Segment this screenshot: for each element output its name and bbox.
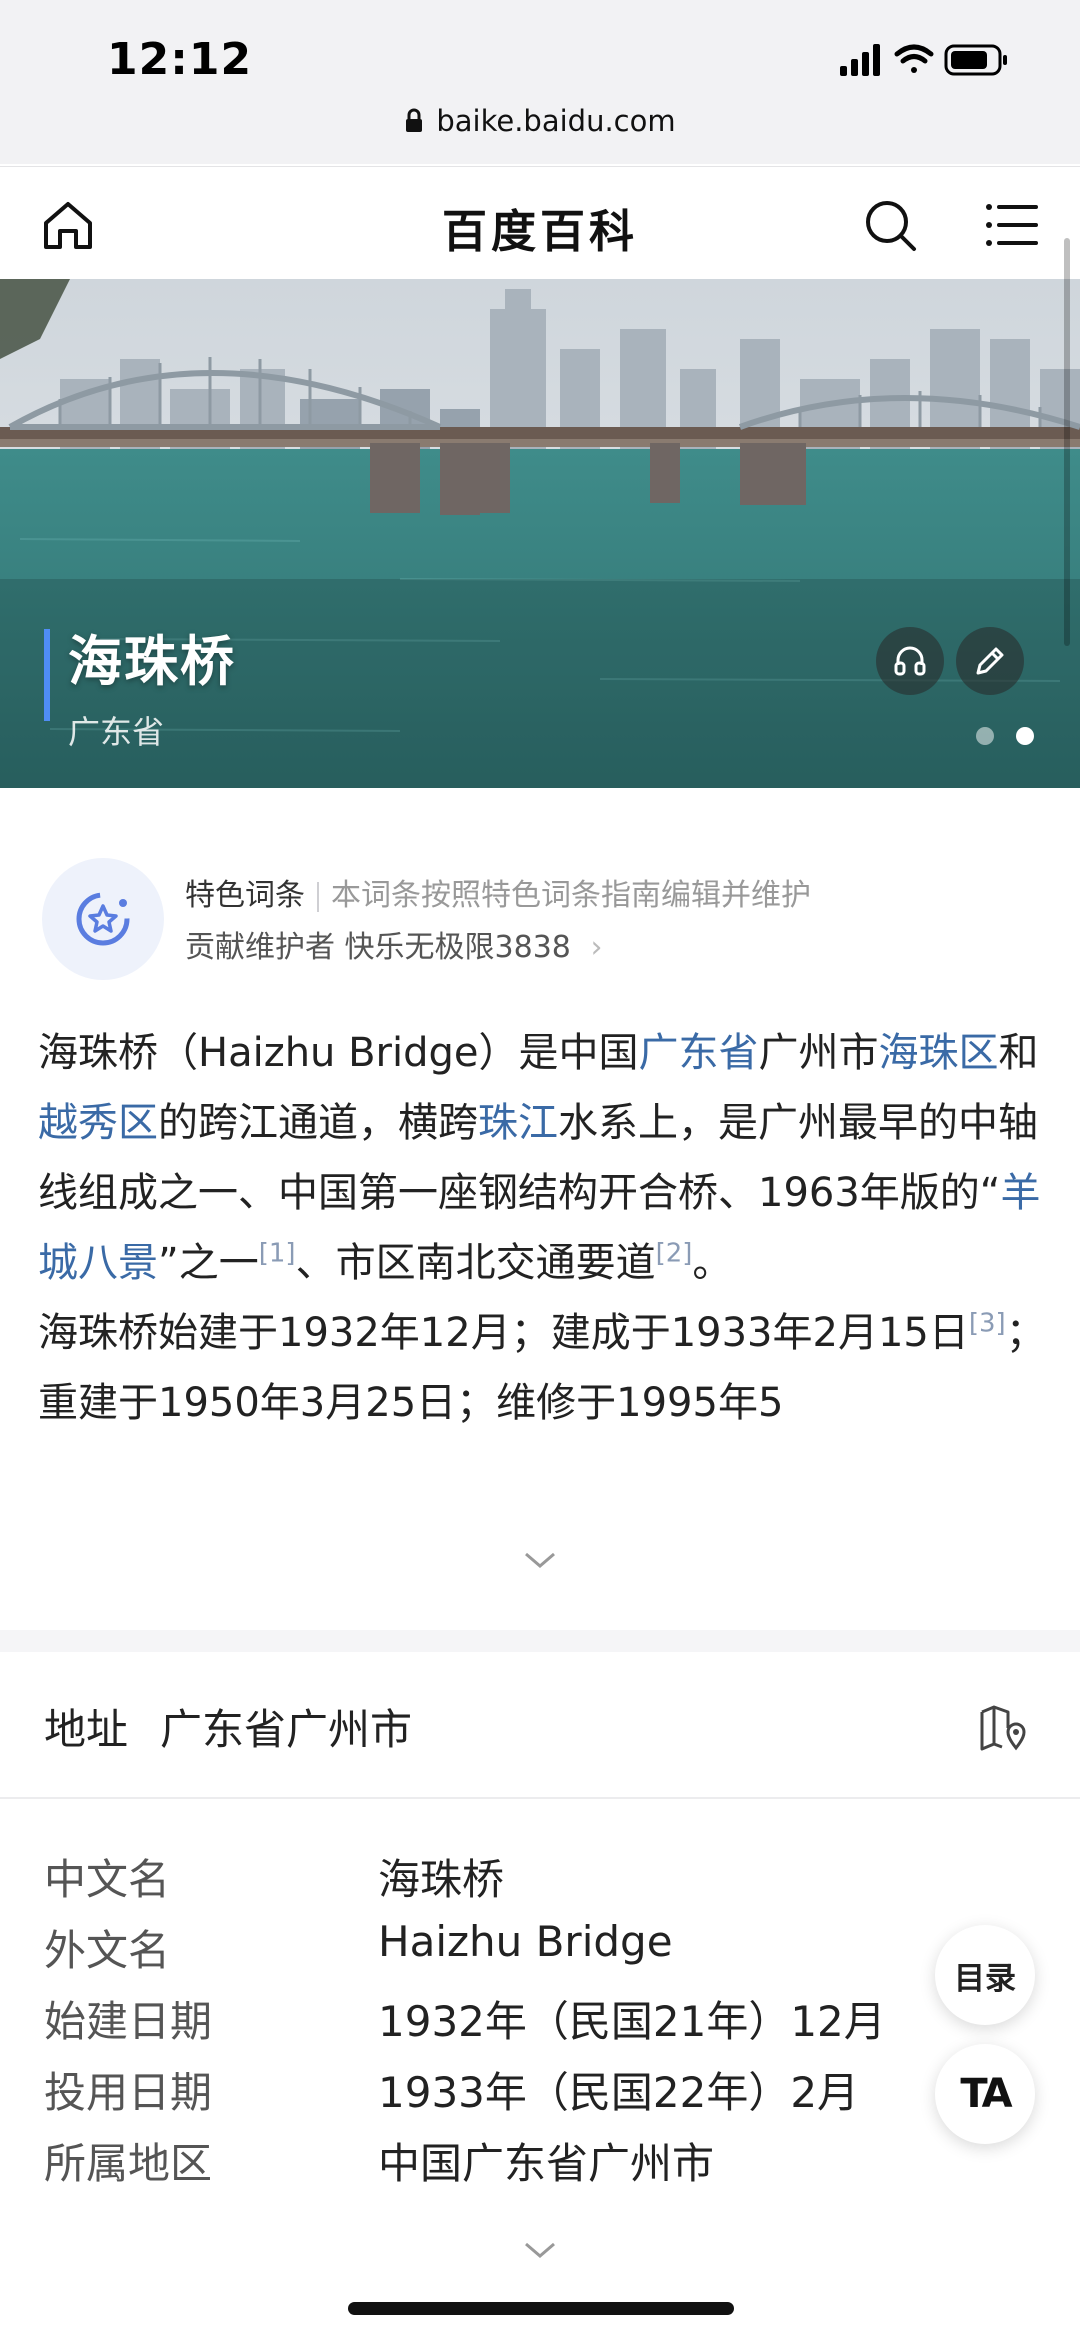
summary-paragraph: 海珠桥始建于1932年12月；建成于1933年2月15日[3]；重建于1950年… xyxy=(38,1298,1048,1438)
info-row: 所属地区 中国广东省广州市 xyxy=(0,2124,1080,2195)
table-of-contents-button[interactable]: 目录 xyxy=(935,1925,1035,2025)
summary-text: 、市区南北交通要道 xyxy=(295,1240,656,1286)
summary-text: 和 xyxy=(998,1030,1039,1076)
info-key: 外文名 xyxy=(44,1926,171,1975)
home-indicator[interactable] xyxy=(348,2302,734,2315)
link-haizhu-district[interactable]: 海珠区 xyxy=(879,1030,999,1076)
map-location-icon[interactable] xyxy=(978,1702,1028,1752)
chevron-right-icon: › xyxy=(590,930,603,965)
info-value: 1933年（民国22年）2月 xyxy=(378,2068,860,2117)
link-yuexiu-district[interactable]: 越秀区 xyxy=(38,1100,158,1146)
app-header: 百度百科 xyxy=(0,166,1080,280)
edit-button[interactable] xyxy=(956,627,1024,695)
signal-icon xyxy=(840,44,880,76)
info-row: 中文名 海珠桥 xyxy=(0,1840,1080,1911)
app-title: 百度百科 xyxy=(441,205,638,258)
status-icons xyxy=(840,44,1007,76)
info-value: 中国广东省广州市 xyxy=(378,2139,715,2188)
info-key: 中文名 xyxy=(44,1855,171,1904)
page: 12:12 baike.baidu.com 百度百科 海珠桥 广东省 特色词条 … xyxy=(0,0,1080,2337)
summary-text: ”之一 xyxy=(158,1240,259,1286)
info-row: 投用日期 1933年（民国22年）2月 xyxy=(0,2053,1080,2124)
divider xyxy=(317,881,319,912)
featured-label: 特色词条 xyxy=(185,878,305,913)
summary-text: 的跨江通道，横跨 xyxy=(158,1100,478,1146)
summary-text: 。 xyxy=(692,1240,733,1286)
status-time: 12:12 xyxy=(107,34,253,85)
expand-info-chevron-icon[interactable] xyxy=(522,2238,558,2262)
hero-subtitle[interactable]: 广东省 xyxy=(68,707,164,753)
info-key: 投用日期 xyxy=(44,2068,213,2117)
contributor-prefix: 贡献维护者 xyxy=(185,930,335,965)
carousel-dot[interactable] xyxy=(976,727,994,745)
hero-banner[interactable]: 海珠桥 广东省 xyxy=(0,279,1080,788)
link-guangdong[interactable]: 广东省 xyxy=(639,1030,759,1076)
summary-paragraph: 海珠桥（Haizhu Bridge）是中国广东省广州市海珠区和越秀区的跨江通道，… xyxy=(38,1018,1048,1298)
battery-icon xyxy=(944,44,1007,76)
url-bar[interactable]: baike.baidu.com xyxy=(0,104,1080,164)
hero-accent-bar xyxy=(44,629,50,721)
lock-icon xyxy=(406,108,423,132)
carousel-dot-active[interactable] xyxy=(1016,727,1034,745)
scrollbar[interactable] xyxy=(1064,238,1070,646)
reference-2[interactable]: [2] xyxy=(656,1239,693,1269)
featured-badge-icon xyxy=(42,858,164,980)
info-value: Haizhu Bridge xyxy=(378,1917,673,1966)
reference-1[interactable]: [1] xyxy=(259,1239,296,1269)
address-row[interactable]: 地址 广东省广州市 xyxy=(0,1652,1080,1799)
search-icon[interactable] xyxy=(862,197,918,253)
section-divider xyxy=(0,1630,1080,1652)
info-row: 外文名 Haizhu Bridge xyxy=(0,1911,1080,1982)
summary: 海珠桥（Haizhu Bridge）是中国广东省广州市海珠区和越秀区的跨江通道，… xyxy=(38,1018,1048,1438)
link-pearl-river[interactable]: 珠江 xyxy=(478,1100,558,1146)
info-value: 1932年（民国21年）12月 xyxy=(378,1997,886,2046)
audio-button[interactable] xyxy=(876,627,944,695)
summary-text: 海珠桥始建于1932年12月；建成于1933年2月15日 xyxy=(38,1310,969,1356)
address-label: 地址 xyxy=(44,1705,129,1754)
menu-icon[interactable] xyxy=(984,197,1040,253)
featured-entry-card[interactable]: 特色词条 本词条按照特色词条指南编辑并维护 贡献维护者 快乐无极限3838 › xyxy=(0,788,1080,998)
wifi-icon xyxy=(894,44,934,73)
address-value: 广东省广州市 xyxy=(160,1705,413,1754)
info-value: 海珠桥 xyxy=(378,1855,505,1904)
info-row: 始建日期 1932年（民国21年）12月 xyxy=(0,1982,1080,2053)
url-text: baike.baidu.com xyxy=(436,104,676,138)
info-key: 所属地区 xyxy=(44,2139,213,2188)
info-key: 始建日期 xyxy=(44,1997,213,2046)
hero-title: 海珠桥 xyxy=(68,630,236,693)
pencil-icon xyxy=(976,647,1004,675)
summary-text: 海珠桥（Haizhu Bridge）是中国 xyxy=(38,1030,639,1076)
reference-3[interactable]: [3] xyxy=(969,1309,1006,1339)
featured-description: 本词条按照特色词条指南编辑并维护 xyxy=(331,878,811,913)
status-bar: 12:12 xyxy=(0,0,1080,110)
basic-info-table: 中文名 海珠桥 外文名 Haizhu Bridge 始建日期 1932年（民国2… xyxy=(0,1840,1080,2195)
expand-summary-chevron-icon[interactable] xyxy=(522,1548,558,1572)
summary-text: 广州市 xyxy=(758,1030,879,1076)
font-size-button[interactable]: TA xyxy=(935,2044,1035,2144)
headphones-icon xyxy=(894,646,926,676)
contributor-name[interactable]: 快乐无极限3838 xyxy=(345,930,571,965)
